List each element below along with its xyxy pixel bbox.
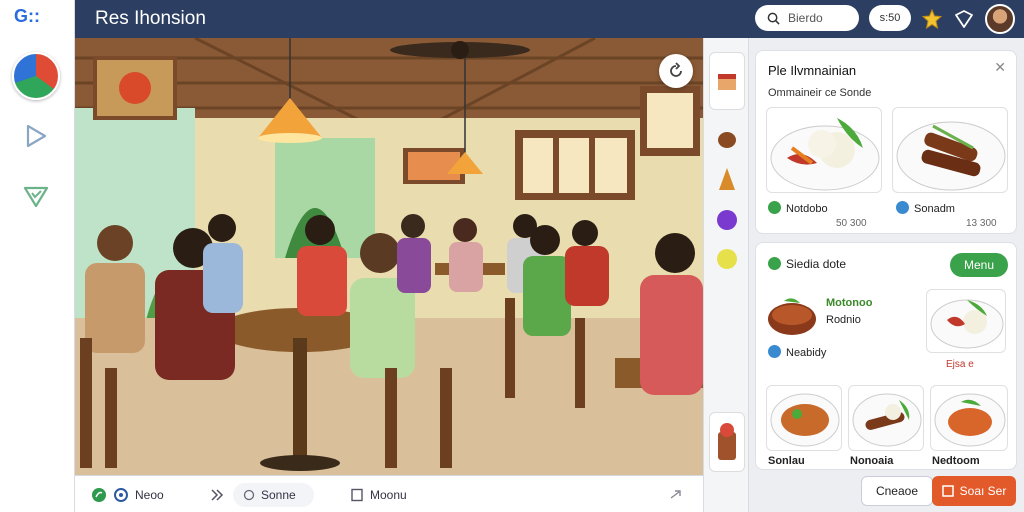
grid-dish-2[interactable] (848, 385, 924, 451)
badge-icon (896, 201, 909, 214)
thumbnail-lemon[interactable] (709, 244, 745, 274)
grid-dish-3[interactable] (930, 385, 1008, 451)
refresh-icon (670, 62, 682, 77)
dessert-icon (718, 423, 736, 460)
left-rail: G:: (0, 0, 75, 512)
primary-button[interactable]: Soaı Ser (932, 476, 1016, 506)
app-title: Res Ihonsion (95, 8, 206, 29)
leaf-icon (768, 257, 781, 270)
star-badge-icon[interactable] (921, 8, 943, 30)
checkbox-icon (941, 485, 954, 497)
document-icon (351, 488, 363, 502)
box-icon (718, 74, 736, 90)
forward-icon[interactable] (210, 488, 224, 502)
curry-bowl-illustration (768, 298, 816, 335)
app-logo[interactable]: G:: (14, 6, 40, 27)
bottom-item-3[interactable]: Moonu (350, 483, 407, 507)
restaurant-illustration (75, 38, 703, 475)
dish-suggestions-card: Ple Ilvmnainian ✕ Ommaineir ce Sonde Not… (755, 50, 1017, 234)
bottom-toolbar: Neoo Sonne Moonu (75, 475, 703, 512)
top-bar: Res Ihonsion Bierdo s:50 (75, 0, 1024, 38)
feature-dish-tag: Neabidy (768, 345, 826, 359)
badge-icon (768, 345, 781, 358)
profile-avatar[interactable] (985, 4, 1015, 34)
status-pill[interactable]: s:50 (869, 5, 911, 31)
bottom-item-2-label: Sonne (261, 488, 296, 502)
close-icon[interactable]: ✕ (994, 59, 1006, 76)
play-icon[interactable] (22, 122, 50, 150)
bottom-item-1[interactable]: Neoo (91, 483, 164, 507)
grapes-icon (717, 210, 737, 230)
primary-button-label: Soaı Ser (959, 484, 1007, 498)
dish-image-2[interactable] (892, 107, 1008, 193)
gear-icon (114, 488, 128, 502)
lemon-icon (717, 249, 737, 269)
thumbnail-strip (703, 38, 749, 512)
dish-plate-illustration (852, 393, 922, 447)
secondary-button[interactable]: Cneaoe (861, 476, 933, 506)
restaurant-scene (75, 38, 703, 475)
feature-dish-title: Motonoo (826, 297, 873, 309)
search-input[interactable]: Bierdo (755, 5, 859, 31)
card-title: Ple Ilvmnainian (768, 63, 857, 78)
feature-dish-image[interactable] (766, 289, 818, 339)
dish-plate-illustration (770, 393, 840, 447)
user-avatar[interactable] (12, 52, 60, 100)
edit-icon (243, 489, 255, 501)
meat-icon (718, 132, 736, 148)
shield-icon[interactable] (953, 8, 975, 30)
dish-2-price: 13 300 (966, 218, 997, 229)
side-dish-image[interactable] (926, 289, 1006, 353)
thumbnail-meat[interactable] (709, 126, 745, 154)
price-tag: Ejsa e (946, 359, 974, 370)
thumbnail-dessert[interactable] (709, 412, 745, 472)
link-icon[interactable] (669, 488, 683, 502)
dish-2-name: Sonadm (896, 201, 955, 215)
feature-dish-subtitle: Rodnio (826, 314, 861, 326)
app-window: G:: Res Ihonsion Bierdo s:50 Neoo Sonne … (0, 0, 1024, 512)
shield-check-icon[interactable] (22, 182, 50, 210)
bottom-item-1-label: Neoo (135, 488, 164, 502)
grid-dish-2-name: Nonoaia (850, 455, 894, 467)
search-icon (767, 12, 780, 25)
grid-dish-3-name: Nedtoom (932, 455, 980, 467)
thumbnail-box[interactable] (709, 52, 745, 110)
dish-1-price: 50 300 (836, 218, 867, 229)
menu-button[interactable]: Menu (950, 253, 1008, 277)
fries-icon (719, 168, 735, 190)
dish-plate-illustration (896, 121, 1006, 191)
dish-plate-illustration (770, 118, 880, 191)
grid-dish-1[interactable] (766, 385, 842, 451)
right-panel: Ple Ilvmnainian ✕ Ommaineir ce Sonde Not… (749, 38, 1024, 512)
dish-plate-illustration (930, 299, 1004, 349)
bottom-item-3-label: Moonu (370, 488, 407, 502)
refresh-button[interactable] (659, 54, 693, 88)
leaf-icon (92, 488, 106, 502)
bottom-item-2[interactable]: Sonne (233, 483, 314, 507)
menu-card-title: Siedia dote (768, 257, 846, 271)
check-icon (768, 201, 781, 214)
grid-dish-1-name: Sonlau (768, 455, 805, 467)
thumbnail-grapes[interactable] (709, 204, 745, 234)
dish-1-name: Notdobo (768, 201, 828, 215)
search-placeholder: Bierdo (788, 11, 823, 25)
thumbnail-fries[interactable] (709, 164, 745, 194)
dish-image-1[interactable] (766, 107, 882, 193)
dish-plate-illustration (934, 393, 1006, 447)
menu-card: Siedia dote Menu Motonoo Rodnio Neabidy (755, 242, 1017, 470)
card-subtitle: Ommaineir ce Sonde (768, 87, 872, 99)
